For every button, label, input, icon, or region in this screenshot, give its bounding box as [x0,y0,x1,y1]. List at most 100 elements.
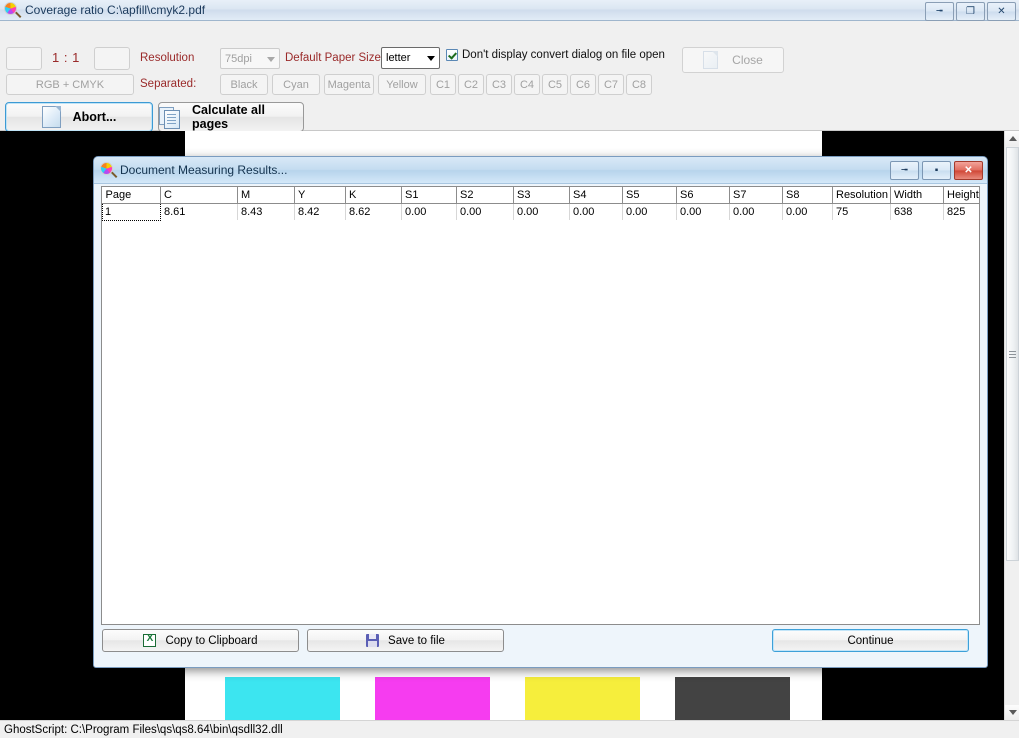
scroll-down-icon[interactable] [1005,705,1019,720]
window-title: Coverage ratio C:\apfill\cmyk2.pdf [25,3,206,17]
application-window: Coverage ratio C:\apfill\cmyk2.pdf ╼ ❐ ✕… [0,0,1019,738]
restore-icon[interactable]: ❐ [956,2,985,21]
cell-s2[interactable]: 0.00 [456,203,514,220]
document-measuring-results-dialog: Document Measuring Results... ╼ ▪ ✕ Page… [93,156,988,668]
cell-s5[interactable]: 0.00 [622,203,677,220]
table-row[interactable]: 1 8.61 8.43 8.42 8.62 0.00 0.00 0.00 0.00 0.00 0.0… [102,203,979,221]
cell-m[interactable]: 8.43 [237,203,295,220]
separation-label: Yellow [386,78,418,91]
column-header-s1[interactable]: S1 [401,187,457,204]
cell-c[interactable]: 8.61 [160,203,238,220]
column-header-width[interactable]: Width [890,187,944,204]
cell-height[interactable]: 825 [943,203,979,220]
cell-s6[interactable]: 0.00 [676,203,730,220]
separation-yellow-button[interactable]: Yellow [378,74,426,95]
pages-stack-icon [159,106,180,129]
close-icon[interactable]: ✕ [987,2,1016,21]
separation-label: C8 [631,78,647,91]
preview-vertical-scrollbar[interactable] [1004,131,1019,720]
status-bar: GhostScript: C:\Program Files\qs\qs8.64\… [0,720,1019,738]
separation-magenta-button[interactable]: Magenta [324,74,374,95]
swatch-magenta [375,677,490,720]
dont-display-convert-label: Don't display convert dialog on file ope… [462,49,665,61]
rgb-cmyk-button[interactable]: RGB + CMYK [6,74,134,95]
separation-c8-button[interactable]: C8 [626,74,652,95]
table-body: 1 8.61 8.43 8.42 8.62 0.00 0.00 0.00 0.00 0.00 0.0… [102,203,979,221]
column-header-s5[interactable]: S5 [622,187,677,204]
separation-label: C7 [603,78,619,91]
window-titlebar: Coverage ratio C:\apfill\cmyk2.pdf ╼ ❐ ✕ [0,0,1019,21]
column-header-s8[interactable]: S8 [782,187,833,204]
separation-c5-button[interactable]: C5 [542,74,568,95]
dialog-footer: Copy to Clipboard Save to file Continue [94,625,987,667]
dialog-restore-icon[interactable]: ▪ [922,161,951,180]
separation-label: Cyan [283,78,309,91]
separation-c2-button[interactable]: C2 [458,74,484,95]
scrollbar-thumb[interactable] [1006,147,1019,561]
separation-c1-button[interactable]: C1 [430,74,456,95]
calculate-all-pages-button[interactable]: Calculate all pages [158,102,304,132]
dialog-close-icon[interactable]: ✕ [954,161,983,180]
close-button-label: Close [732,53,763,67]
rgb-cmyk-label: RGB + CMYK [35,78,105,91]
close-button[interactable]: Close [682,47,784,73]
cell-s3[interactable]: 0.00 [513,203,570,220]
paper-size-select[interactable]: letter [381,47,440,69]
column-header-page[interactable]: Page [102,187,161,204]
swatch-white-2 [490,677,525,720]
column-header-s3[interactable]: S3 [513,187,570,204]
column-header-y[interactable]: Y [294,187,346,204]
resolution-select[interactable]: 75dpi [220,48,280,69]
cell-resolution[interactable]: 75 [832,203,891,220]
cell-s1[interactable]: 0.00 [401,203,457,220]
separation-black-button[interactable]: Black [220,74,268,95]
cell-s4[interactable]: 0.00 [569,203,623,220]
dialog-titlebar: Document Measuring Results... ╼ ▪ ✕ [94,157,987,184]
chevron-down-icon [427,56,435,61]
swatch-cyan [225,677,340,720]
cell-k[interactable]: 8.62 [345,203,402,220]
cell-width[interactable]: 638 [890,203,944,220]
swatch-yellow [525,677,640,720]
results-table-container[interactable]: Page C M Y K S1 S2 S3 S4 S5 S6 S7 S8 Resolution Width H… [101,186,980,625]
zoom-in-button[interactable] [94,47,130,70]
column-header-s2[interactable]: S2 [456,187,514,204]
copy-to-clipboard-button[interactable]: Copy to Clipboard [102,629,299,652]
cell-s8[interactable]: 0.00 [782,203,833,220]
paper-size-value: letter [386,52,411,64]
cell-page[interactable]: 1 [102,203,161,221]
column-header-c[interactable]: C [160,187,238,204]
abort-button[interactable]: Abort... [5,102,153,132]
separated-label: Separated: [140,78,197,90]
continue-button[interactable]: Continue [772,629,969,652]
separation-cyan-button[interactable]: Cyan [272,74,320,95]
separation-c7-button[interactable]: C7 [598,74,624,95]
column-header-resolution[interactable]: Resolution [832,187,891,204]
calculate-button-label: Calculate all pages [192,103,265,131]
save-to-file-button[interactable]: Save to file [307,629,504,652]
column-header-k[interactable]: K [345,187,402,204]
zoom-out-button[interactable] [6,47,42,70]
scroll-up-icon[interactable] [1005,131,1019,146]
cell-y[interactable]: 8.42 [294,203,346,220]
swatch-white-4 [790,677,822,720]
column-header-height[interactable]: Height [943,187,979,204]
swatch-white-3 [640,677,675,720]
separation-label: Magenta [327,78,371,91]
column-header-m[interactable]: M [237,187,295,204]
separation-c4-button[interactable]: C4 [514,74,540,95]
dialog-minimize-icon[interactable]: ╼ [890,161,919,180]
column-header-s4[interactable]: S4 [569,187,623,204]
separation-label: C1 [435,78,451,91]
minimize-icon[interactable]: ╼ [925,2,954,21]
cell-s7[interactable]: 0.00 [729,203,783,220]
swatch-white-1 [340,677,375,720]
floppy-disk-icon [366,634,380,647]
separation-c6-button[interactable]: C6 [570,74,596,95]
column-header-s6[interactable]: S6 [676,187,730,204]
column-header-s7[interactable]: S7 [729,187,783,204]
chevron-down-icon [267,56,275,62]
separation-c3-button[interactable]: C3 [486,74,512,95]
dont-display-convert-checkbox[interactable]: Don't display convert dialog on file ope… [446,49,665,61]
coverage-app-icon [100,162,118,178]
